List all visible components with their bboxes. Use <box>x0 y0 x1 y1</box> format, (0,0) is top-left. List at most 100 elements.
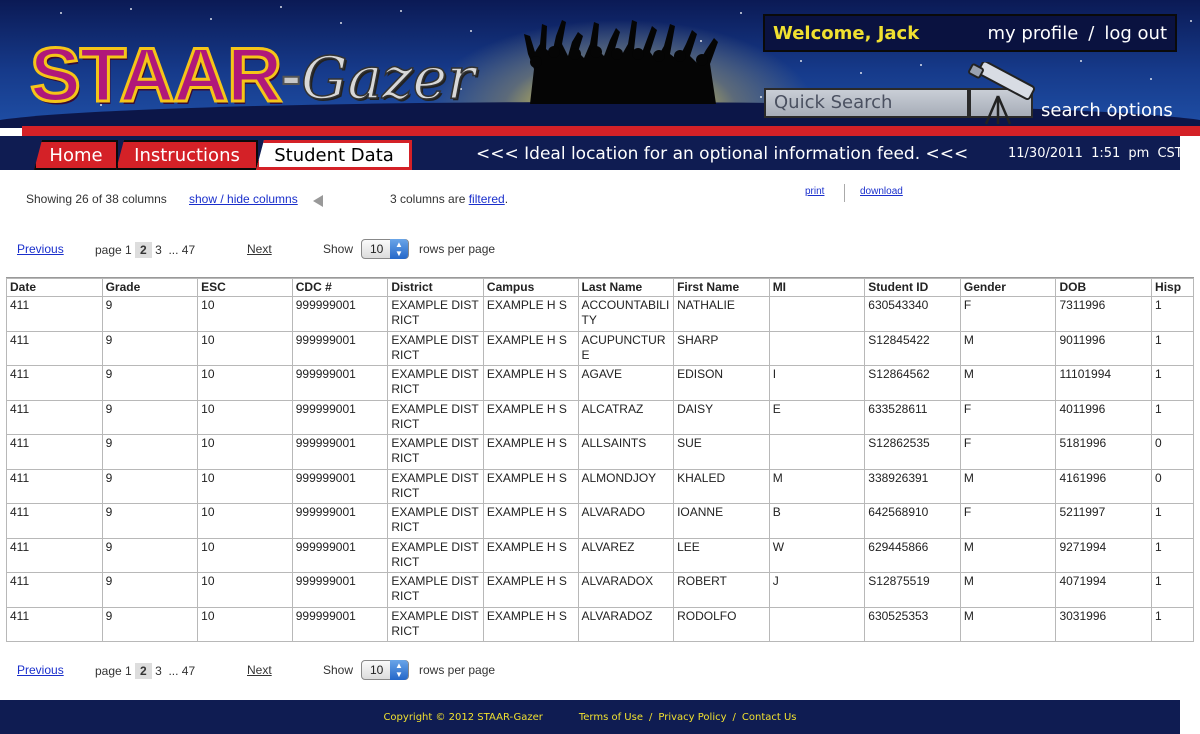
table-cell: ACUPUNCTURE <box>577 330 675 366</box>
logo-staar-text: STAAR <box>28 33 283 118</box>
previous-page-link[interactable]: Previous <box>17 242 64 256</box>
rows-per-page-label-bottom: rows per page <box>419 663 496 677</box>
columns-count-text: Showing 26 of 38 columns <box>26 192 167 206</box>
download-link[interactable]: download <box>860 186 903 197</box>
star-dot <box>800 60 802 62</box>
table-row[interactable]: 411 9 10 999999001 EXAMPLE DISTRICT EXAMPLE H… <box>6 537 1194 573</box>
table-row[interactable]: 411 9 10 999999001 EXAMPLE DISTRICT EXAMPLE H… <box>6 296 1194 332</box>
my-profile-link[interactable]: my profile <box>988 23 1079 44</box>
table-cell: 10 <box>197 434 293 470</box>
rows-per-page-select[interactable]: 10 ▲ ▼ <box>361 239 409 259</box>
print-link[interactable]: print <box>805 186 824 197</box>
column-header[interactable]: Gender <box>959 278 1057 297</box>
previous-page-link-bottom[interactable]: Previous <box>17 663 64 677</box>
welcome-panel: Welcome, Jack my profile / log out <box>763 14 1177 52</box>
column-header[interactable]: District <box>387 278 484 297</box>
column-header[interactable]: ESC <box>197 278 293 297</box>
table-cell: B <box>768 503 866 539</box>
table-cell <box>768 606 866 642</box>
table-cell: 1 <box>1151 572 1194 608</box>
star-dot <box>920 64 922 66</box>
updown-arrows-icon: ▲ ▼ <box>390 239 408 259</box>
last-page-link-bottom[interactable]: 47 <box>182 664 195 678</box>
table-cell: EXAMPLE DISTRICT <box>387 399 484 435</box>
table-cell: 9011996 <box>1055 330 1153 366</box>
page-label[interactable]: page 1 <box>95 243 132 257</box>
table-row[interactable]: 411 9 10 999999001 EXAMPLE DISTRICT EXAMPLE H… <box>6 503 1194 539</box>
contact-us-link[interactable]: Contact Us <box>742 712 797 723</box>
table-row[interactable]: 411 9 10 999999001 EXAMPLE DISTRICT EXAMPLE H… <box>6 399 1194 435</box>
table-row[interactable]: 411 9 10 999999001 EXAMPLE DISTRICT EXAMPLE H… <box>6 365 1194 401</box>
table-cell: 411 <box>6 572 103 608</box>
table-cell: ALCATRAZ <box>577 399 675 435</box>
log-out-link[interactable]: log out <box>1104 23 1167 44</box>
tab-home[interactable]: Home <box>34 140 118 170</box>
next-page-link[interactable]: Next <box>247 242 272 262</box>
triangle-left-icon[interactable] <box>313 195 323 207</box>
table-cell: 4011996 <box>1055 399 1153 435</box>
table-cell: 411 <box>6 503 103 539</box>
table-row[interactable]: 411 9 10 999999001 EXAMPLE DISTRICT EXAMPLE H… <box>6 468 1194 504</box>
table-cell: S12845422 <box>864 330 961 366</box>
rows-per-page-select-bottom[interactable]: 10 ▲ ▼ <box>361 660 409 680</box>
table-row[interactable]: 411 9 10 999999001 EXAMPLE DISTRICT EXAMPLE H… <box>6 434 1194 470</box>
filtered-link[interactable]: filtered <box>469 192 505 206</box>
page-3-link[interactable]: 3 <box>155 243 162 257</box>
column-header[interactable]: First Name <box>673 278 770 297</box>
page-3-link-bottom[interactable]: 3 <box>155 664 162 678</box>
privacy-policy-link[interactable]: Privacy Policy <box>658 712 726 723</box>
pager-bottom: Previous <box>17 663 64 683</box>
page-ellipsis: ... <box>168 243 179 257</box>
table-cell: 5211997 <box>1055 503 1153 539</box>
table-cell: M <box>768 468 866 504</box>
column-header[interactable]: Student ID <box>864 278 961 297</box>
table-cell: IOANNE <box>673 503 770 539</box>
last-page-link[interactable]: 47 <box>182 243 195 257</box>
column-header[interactable]: Campus <box>482 278 579 297</box>
table-cell: 999999001 <box>291 296 389 332</box>
table-cell: EXAMPLE H S <box>482 537 579 573</box>
table-cell: EXAMPLE H S <box>482 296 579 332</box>
table-cell: ALVAREZ <box>577 537 675 573</box>
column-header[interactable]: MI <box>768 278 866 297</box>
site-footer: Copyright © 2012 STAAR-Gazer Terms of Us… <box>0 700 1180 734</box>
table-cell: EXAMPLE H S <box>482 606 579 642</box>
column-header[interactable]: Last Name <box>577 278 675 297</box>
table-cell: EXAMPLE H S <box>482 572 579 608</box>
column-header[interactable]: Hisp <box>1151 278 1194 297</box>
column-header[interactable]: DOB <box>1055 278 1153 297</box>
table-cell: 1 <box>1151 399 1194 435</box>
page-numbers-bottom: page 1 2 3 ... 47 <box>95 663 195 683</box>
show-hide-columns-link[interactable]: show / hide columns <box>189 192 298 206</box>
table-cell: 10 <box>197 399 293 435</box>
tab-instructions[interactable]: Instructions <box>116 140 258 170</box>
table-cell: EXAMPLE DISTRICT <box>387 330 484 366</box>
page-label-bottom[interactable]: page 1 <box>95 664 132 678</box>
table-cell: EXAMPLE H S <box>482 330 579 366</box>
star-dot <box>60 12 62 14</box>
search-options-link[interactable]: search options <box>1041 100 1173 121</box>
table-cell: 9 <box>101 606 199 642</box>
table-cell: 630543340 <box>864 296 961 332</box>
tab-student-data[interactable]: Student Data <box>256 140 412 170</box>
filtered-columns-text: 3 columns are filtered. <box>390 192 508 206</box>
table-row[interactable]: 411 9 10 999999001 EXAMPLE DISTRICT EXAMPLE H… <box>6 330 1194 366</box>
table-cell: 1 <box>1151 365 1194 401</box>
next-page-link-bottom[interactable]: Next <box>247 663 272 683</box>
terms-of-use-link[interactable]: Terms of Use <box>579 712 643 723</box>
column-header[interactable]: Grade <box>101 278 199 297</box>
table-row[interactable]: 411 9 10 999999001 EXAMPLE DISTRICT EXAMPLE H… <box>6 572 1194 608</box>
table-cell: EXAMPLE DISTRICT <box>387 606 484 642</box>
table-cell: EXAMPLE DISTRICT <box>387 503 484 539</box>
site-logo[interactable]: STAAR - Gazer <box>28 26 475 118</box>
telescope-icon[interactable] <box>968 62 1038 126</box>
table-cell: NATHALIE <box>673 296 770 332</box>
table-cell: SUE <box>673 434 770 470</box>
welcome-text: Welcome, Jack <box>773 22 920 44</box>
table-row[interactable]: 411 9 10 999999001 EXAMPLE DISTRICT EXAMPLE H… <box>6 606 1194 642</box>
column-header[interactable]: CDC # <box>291 278 389 297</box>
table-cell: EXAMPLE H S <box>482 399 579 435</box>
column-header[interactable]: Date <box>6 278 103 297</box>
table-cell: EXAMPLE H S <box>482 468 579 504</box>
quick-search-input[interactable]: Quick Search <box>764 88 969 118</box>
